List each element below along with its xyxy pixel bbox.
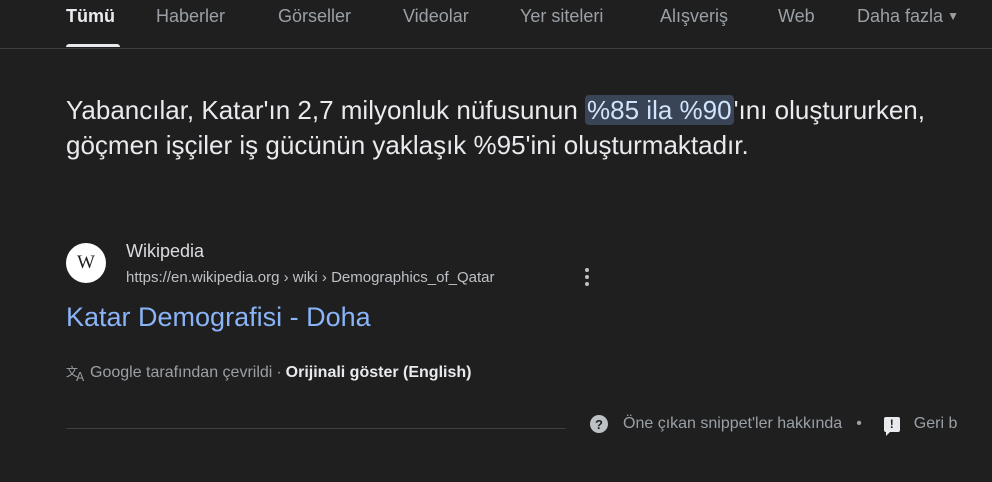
tab-web[interactable]: Web — [778, 6, 815, 27]
source-url[interactable]: https://en.wikipedia.org › wiki › Demogr… — [126, 269, 495, 286]
tab-more[interactable]: Daha fazla ▼ — [857, 6, 959, 27]
translation-row: 文 A Google tarafından çevrildi · Orijina… — [66, 364, 471, 382]
search-tabs: Tümü Haberler Görseller Videolar Yer sit… — [0, 0, 992, 49]
snippet-text-before: Yabancılar, Katar'ın 2,7 milyonluk nüfus… — [66, 95, 586, 125]
snippet-footer: ? Öne çıkan snippet'ler hakkında • ! Ger… — [590, 415, 958, 436]
tab-all[interactable]: Tümü — [66, 6, 115, 27]
tab-videos[interactable]: Videolar — [403, 6, 469, 27]
tab-images[interactable]: Görseller — [278, 6, 351, 27]
wikipedia-logo-icon[interactable]: W — [66, 243, 106, 283]
tab-places[interactable]: Yer siteleri — [520, 6, 603, 27]
active-tab-indicator — [66, 44, 120, 47]
logo-letter: W — [77, 252, 95, 273]
tab-shopping[interactable]: Alışveriş — [660, 6, 728, 27]
feedback-link[interactable]: Geri b — [914, 415, 958, 433]
about-snippets-link[interactable]: Öne çıkan snippet'ler hakkında — [623, 415, 842, 433]
more-options-icon[interactable] — [580, 266, 594, 288]
tab-more-label: Daha fazla — [857, 6, 944, 26]
featured-snippet-text: Yabancılar, Katar'ın 2,7 milyonluk nüfus… — [66, 93, 946, 163]
show-original-link[interactable]: Orijinali göster (English) — [286, 364, 472, 382]
divider — [66, 428, 566, 429]
svg-text:A: A — [76, 370, 85, 382]
tab-news[interactable]: Haberler — [156, 6, 225, 27]
feedback-icon: ! — [883, 416, 900, 436]
source-name[interactable]: Wikipedia — [126, 241, 204, 262]
translate-icon: 文 A — [66, 364, 85, 382]
footer-separator: • — [856, 415, 862, 432]
separator: · — [276, 364, 282, 381]
snippet-highlight: %85 ila %90 — [585, 95, 734, 125]
caret-down-icon: ▼ — [947, 9, 959, 23]
help-icon: ? — [590, 415, 608, 433]
result-title-link[interactable]: Katar Demografisi - Doha — [66, 302, 371, 333]
translation-note: Google tarafından çevrildi — [90, 364, 273, 381]
